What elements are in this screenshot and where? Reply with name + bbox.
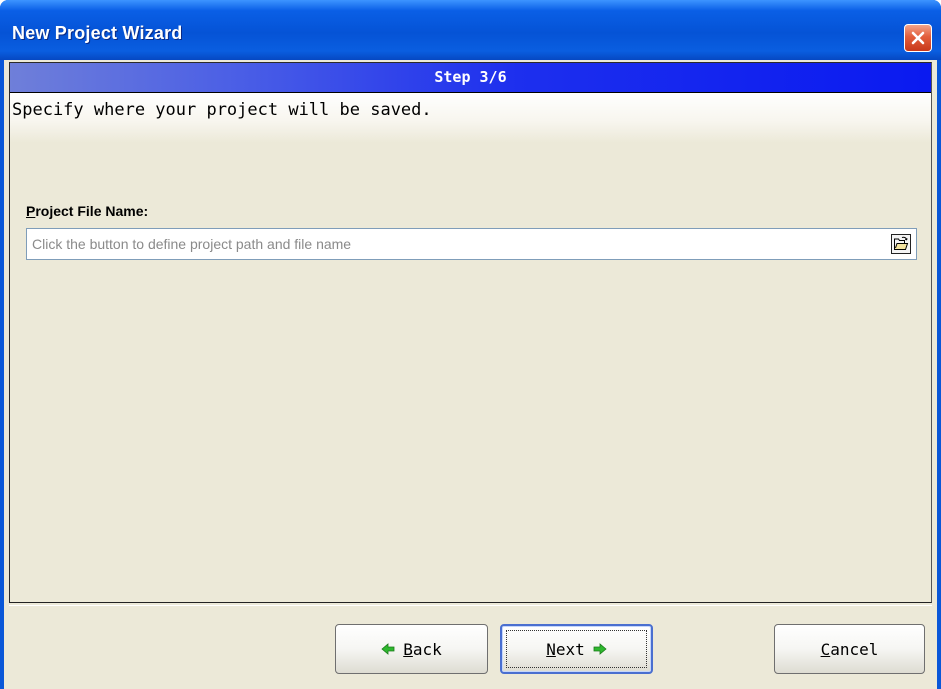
cancel-button[interactable]: Cancel — [774, 624, 925, 674]
window-title: New Project Wizard — [12, 23, 183, 43]
next-button-label: Next — [546, 639, 585, 659]
step-indicator: Step 3/6 — [434, 68, 507, 86]
arrow-right-icon — [593, 643, 607, 655]
open-folder-icon — [894, 236, 909, 250]
step-header: Step 3/6 — [10, 63, 931, 93]
close-button[interactable] — [904, 24, 932, 52]
wizard-content-panel: Step 3/6 Specify where your project will… — [9, 62, 932, 603]
label-mnemonic: P — [26, 203, 36, 219]
back-button[interactable]: Back — [335, 624, 488, 674]
wizard-window: New Project Wizard Step 3/6 Specify wher… — [0, 0, 941, 689]
project-file-name-placeholder: Click the button to define project path … — [32, 236, 352, 252]
project-file-name-field[interactable]: Click the button to define project path … — [26, 228, 917, 260]
next-button[interactable]: Next — [500, 624, 653, 674]
browse-button[interactable] — [891, 234, 911, 254]
description-band: Specify where your project will be saved… — [10, 93, 931, 143]
dialog-client-area: Step 3/6 Specify where your project will… — [4, 60, 937, 689]
step-description: Specify where your project will be saved… — [12, 100, 432, 120]
back-button-label: Back — [403, 639, 442, 659]
label-text: roject File Name: — [35, 203, 149, 219]
footer-separator — [9, 605, 932, 606]
title-bar[interactable]: New Project Wizard — [0, 0, 941, 60]
project-file-name-label: Project File Name: — [26, 203, 148, 219]
arrow-left-icon — [381, 643, 395, 655]
cancel-button-label: Cancel — [820, 639, 879, 659]
close-icon — [911, 31, 925, 45]
